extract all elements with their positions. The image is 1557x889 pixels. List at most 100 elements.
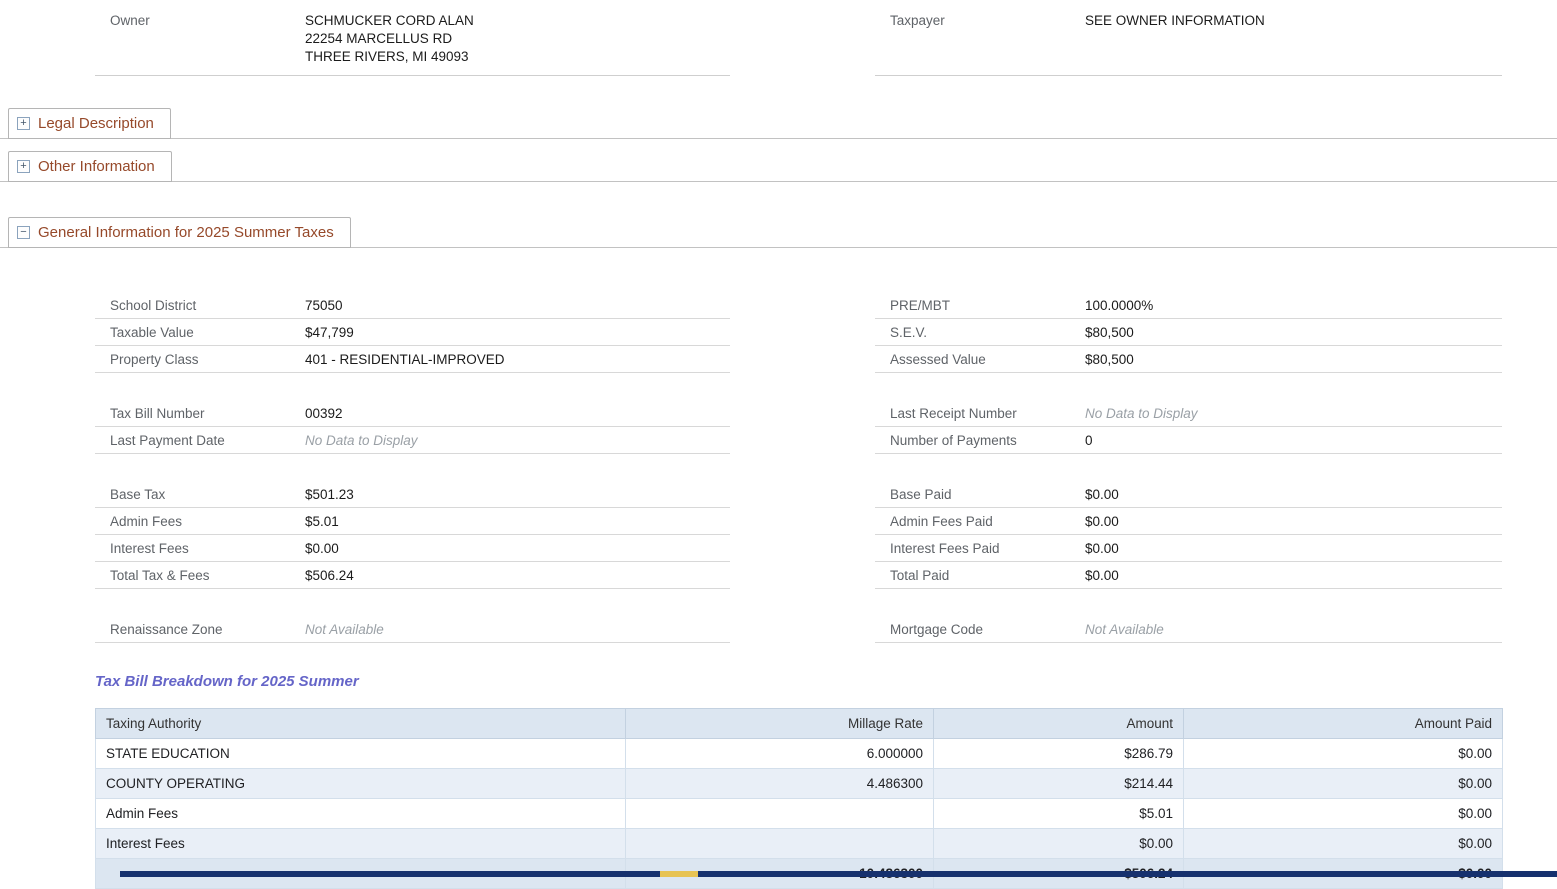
col-amount-paid: Amount Paid — [1184, 709, 1503, 739]
owner-address-line2: THREE RIVERS, MI 49093 — [305, 48, 730, 66]
section-legal-description: + Legal Description — [0, 108, 1557, 139]
table-header-row: Taxing Authority Millage Rate Amount Amo… — [96, 709, 1503, 739]
field-value: 100.0000% — [1085, 297, 1502, 314]
field-label: Admin Fees Paid — [875, 513, 1085, 530]
other-information-tab-label: Other Information — [38, 158, 155, 175]
cell-paid: $0.00 — [1184, 799, 1503, 829]
cell-authority: STATE EDUCATION — [96, 739, 626, 769]
tax-bill-breakdown-table: Taxing Authority Millage Rate Amount Amo… — [95, 708, 1503, 889]
legal-description-tab[interactable]: + Legal Description — [8, 108, 171, 139]
owner-block: Owner SCHMUCKER CORD ALAN 22254 MARCELLU… — [95, 12, 730, 76]
field-label: Total Paid — [875, 567, 1085, 584]
owner-address-line1: 22254 MARCELLUS RD — [305, 30, 730, 48]
field-value: $47,799 — [305, 324, 730, 341]
plus-icon[interactable]: + — [17, 160, 30, 173]
cell-millage — [626, 799, 934, 829]
table-row-admin-fees: Admin Fees $5.01 $0.00 — [96, 799, 1503, 829]
field-base-tax: Base Tax $501.23 — [95, 481, 730, 508]
table-row-county-operating: COUNTY OPERATING 4.486300 $214.44 $0.00 — [96, 769, 1503, 799]
field-value: $501.23 — [305, 486, 730, 503]
field-value: 75050 — [305, 297, 730, 314]
taxpayer-block: Taxpayer SEE OWNER INFORMATION — [875, 12, 1502, 76]
field-value: $0.00 — [1085, 513, 1502, 530]
general-info-left-column: School District 75050 Taxable Value $47,… — [95, 292, 730, 643]
col-millage-rate: Millage Rate — [626, 709, 934, 739]
field-label: Total Tax & Fees — [95, 567, 305, 584]
table-row-interest-fees: Interest Fees $0.00 $0.00 — [96, 829, 1503, 859]
cell-amount: $0.00 — [934, 829, 1184, 859]
cell-millage: 6.000000 — [626, 739, 934, 769]
breakdown-title: Tax Bill Breakdown for 2025 Summer — [95, 673, 1557, 690]
field-label: Taxable Value — [95, 324, 305, 341]
owner-label: Owner — [95, 12, 305, 66]
field-value: Not Available — [1085, 621, 1502, 638]
minus-icon[interactable]: − — [17, 226, 30, 239]
field-label: S.E.V. — [875, 324, 1085, 341]
field-value: 401 - RESIDENTIAL-IMPROVED — [305, 351, 730, 368]
field-total-tax-fees: Total Tax & Fees $506.24 — [95, 562, 730, 589]
table-row-state-education: STATE EDUCATION 6.000000 $286.79 $0.00 — [96, 739, 1503, 769]
owner-name: SCHMUCKER CORD ALAN — [305, 12, 730, 30]
cell-paid: $0.00 — [1184, 739, 1503, 769]
cell-millage — [626, 829, 934, 859]
cell-authority: Interest Fees — [96, 829, 626, 859]
field-label: Last Payment Date — [95, 432, 305, 449]
field-label: Base Tax — [95, 486, 305, 503]
field-last-payment-date: Last Payment Date No Data to Display — [95, 427, 730, 454]
field-value: $80,500 — [1085, 324, 1502, 341]
field-value: $0.00 — [1085, 540, 1502, 557]
field-school-district: School District 75050 — [95, 292, 730, 319]
field-interest-fees-paid: Interest Fees Paid $0.00 — [875, 535, 1502, 562]
field-taxable-value: Taxable Value $47,799 — [95, 319, 730, 346]
cell-millage: 4.486300 — [626, 769, 934, 799]
field-interest-fees: Interest Fees $0.00 — [95, 535, 730, 562]
field-label: School District — [95, 297, 305, 314]
field-label: PRE/MBT — [875, 297, 1085, 314]
cell-amount: $5.01 — [934, 799, 1184, 829]
legal-description-tab-label: Legal Description — [38, 115, 154, 132]
field-value: No Data to Display — [1085, 405, 1502, 422]
other-information-tab[interactable]: + Other Information — [8, 151, 172, 182]
field-label: Number of Payments — [875, 432, 1085, 449]
field-label: Assessed Value — [875, 351, 1085, 368]
field-label: Mortgage Code — [875, 621, 1085, 638]
taxpayer-label: Taxpayer — [875, 12, 1085, 66]
field-number-of-payments: Number of Payments 0 — [875, 427, 1502, 454]
field-base-paid: Base Paid $0.00 — [875, 481, 1502, 508]
field-last-receipt-number: Last Receipt Number No Data to Display — [875, 400, 1502, 427]
general-information-tab-label: General Information for 2025 Summer Taxe… — [38, 224, 334, 241]
field-value: $0.00 — [1085, 486, 1502, 503]
field-value: 0 — [1085, 432, 1502, 449]
partial-bottom-bar-highlight — [660, 871, 698, 877]
field-sev: S.E.V. $80,500 — [875, 319, 1502, 346]
field-label: Tax Bill Number — [95, 405, 305, 422]
field-label: Property Class — [95, 351, 305, 368]
field-tax-bill-number: Tax Bill Number 00392 — [95, 400, 730, 427]
general-information-tab[interactable]: − General Information for 2025 Summer Ta… — [8, 217, 351, 248]
field-pre-mbt: PRE/MBT 100.0000% — [875, 292, 1502, 319]
field-label: Interest Fees Paid — [875, 540, 1085, 557]
field-value: Not Available — [305, 621, 730, 638]
field-property-class: Property Class 401 - RESIDENTIAL-IMPROVE… — [95, 346, 730, 373]
cell-paid: $0.00 — [1184, 769, 1503, 799]
field-admin-fees: Admin Fees $5.01 — [95, 508, 730, 535]
field-value: 00392 — [305, 405, 730, 422]
plus-icon[interactable]: + — [17, 117, 30, 130]
field-assessed-value: Assessed Value $80,500 — [875, 346, 1502, 373]
field-value: $0.00 — [305, 540, 730, 557]
cell-amount: $214.44 — [934, 769, 1184, 799]
field-value: $0.00 — [1085, 567, 1502, 584]
general-information-panel: School District 75050 Taxable Value $47,… — [0, 292, 1557, 889]
taxpayer-value: SEE OWNER INFORMATION — [1085, 12, 1502, 66]
field-label: Interest Fees — [95, 540, 305, 557]
field-label: Renaissance Zone — [95, 621, 305, 638]
owner-value: SCHMUCKER CORD ALAN 22254 MARCELLUS RD T… — [305, 12, 730, 66]
owner-taxpayer-section: Owner SCHMUCKER CORD ALAN 22254 MARCELLU… — [0, 0, 1557, 76]
general-info-right-column: PRE/MBT 100.0000% S.E.V. $80,500 Assesse… — [875, 292, 1502, 643]
field-value: No Data to Display — [305, 432, 730, 449]
field-value: $506.24 — [305, 567, 730, 584]
cell-authority: COUNTY OPERATING — [96, 769, 626, 799]
field-value: $5.01 — [305, 513, 730, 530]
field-label: Base Paid — [875, 486, 1085, 503]
partial-bottom-bar — [120, 871, 1557, 877]
